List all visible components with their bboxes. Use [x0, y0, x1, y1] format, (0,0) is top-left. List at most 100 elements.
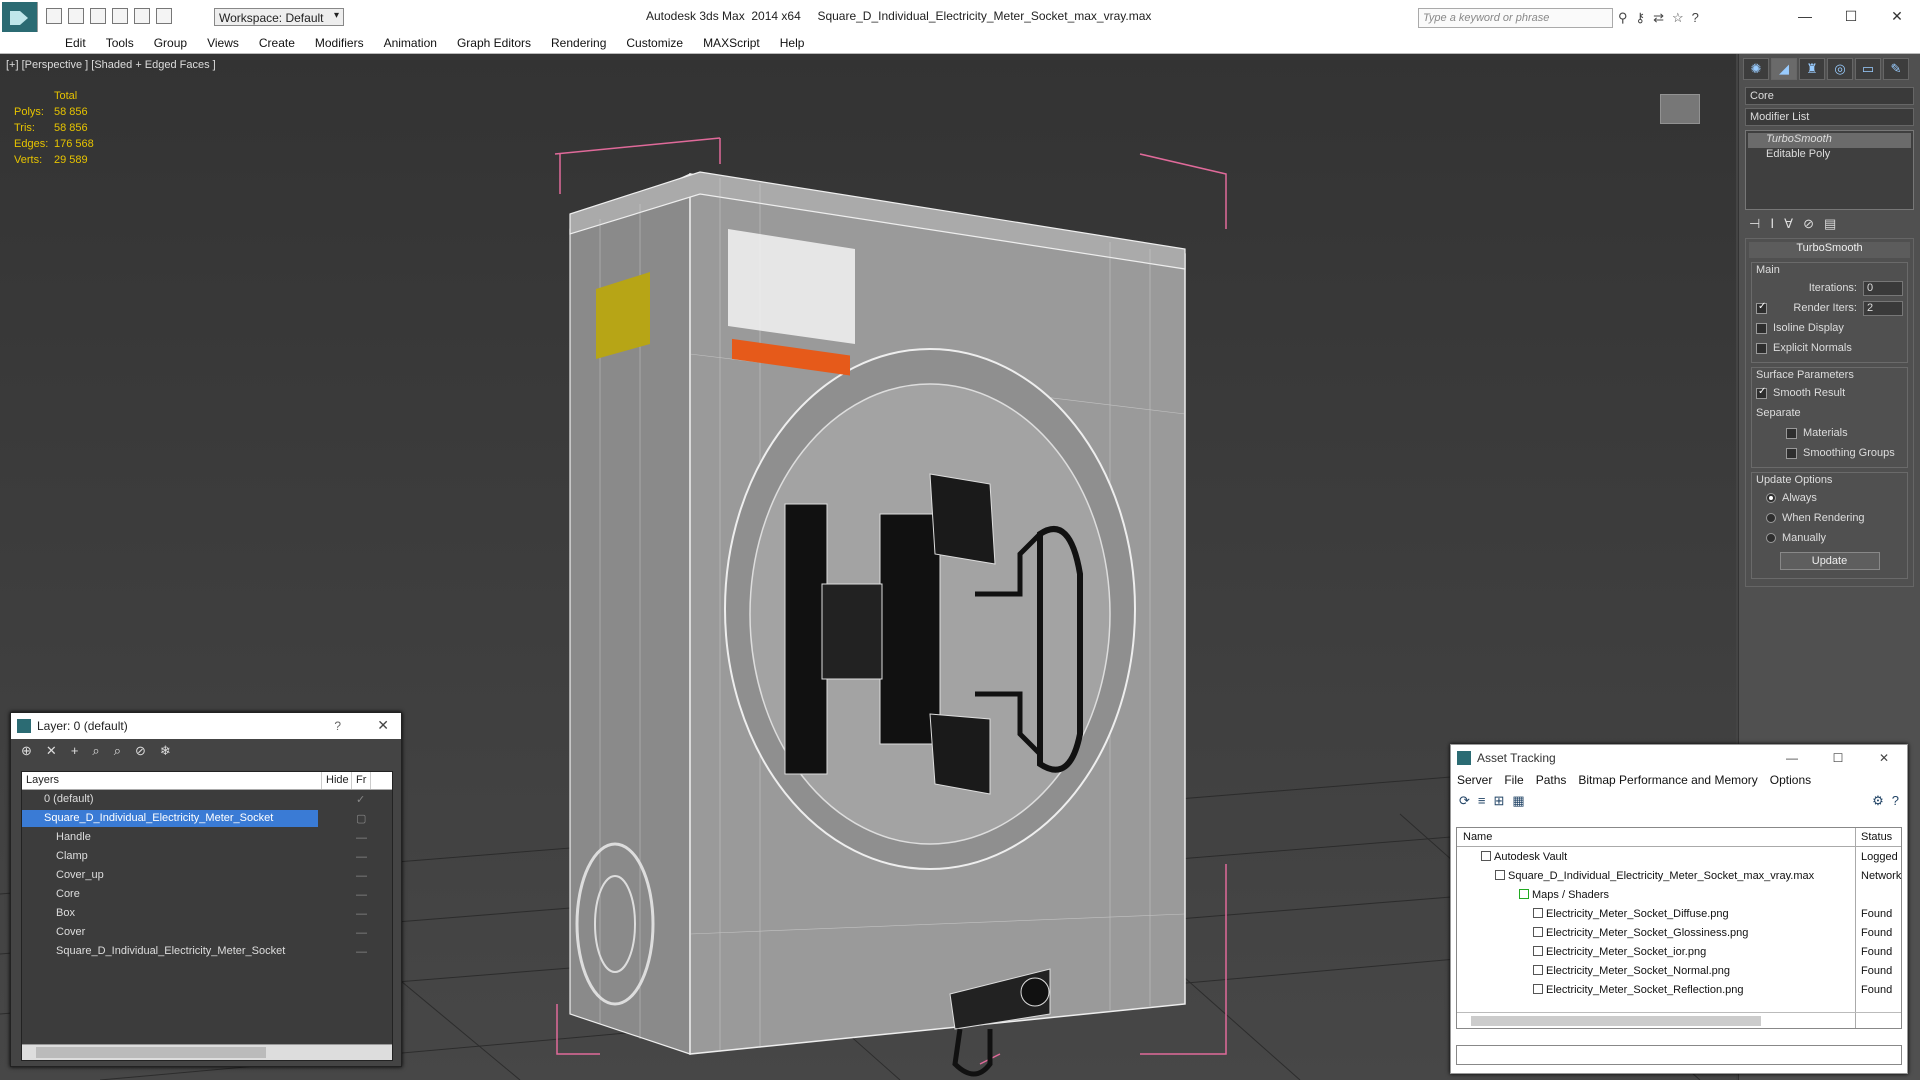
hide-toggle[interactable]: — — [356, 908, 367, 920]
exchange-icon[interactable]: ⇄ — [1653, 10, 1664, 26]
close-icon[interactable]: ✕ — [1874, 0, 1920, 32]
minimize-icon[interactable]: — — [1769, 745, 1815, 771]
pin-stack-icon[interactable]: ⊣ — [1749, 216, 1760, 232]
redo-icon[interactable] — [134, 8, 150, 24]
stack-item-turbosmooth[interactable]: TurboSmooth — [1748, 133, 1911, 148]
create-tab-icon[interactable]: ✺ — [1743, 58, 1769, 80]
workspace-dropdown[interactable]: Workspace: Default — [214, 8, 344, 26]
open-file-icon[interactable] — [68, 8, 84, 24]
when-rendering-radio[interactable] — [1766, 513, 1776, 523]
menu-customize[interactable]: Customize — [616, 32, 693, 53]
horizontal-scrollbar[interactable] — [1457, 1012, 1901, 1028]
select-objects-icon[interactable]: ⌕ — [92, 743, 99, 761]
vault-login-icon[interactable]: ⚙ — [1872, 793, 1884, 809]
iterations-spinner[interactable]: 0 — [1863, 280, 1903, 296]
save-file-icon[interactable] — [90, 8, 106, 24]
layer-row[interactable]: Square_D_Individual_Electricity_Meter_So… — [22, 942, 392, 961]
configure-modifier-sets-icon[interactable]: ▤ — [1824, 216, 1836, 232]
hide-toggle[interactable]: — — [356, 889, 367, 901]
layer-row[interactable]: Cover_up — — [22, 866, 392, 885]
col-freeze[interactable]: Fr — [352, 772, 372, 789]
asset-row[interactable]: Square_D_Individual_Electricity_Meter_So… — [1457, 866, 1901, 885]
table-view-icon[interactable]: ▦ — [1512, 793, 1524, 809]
tree-view-icon[interactable]: ⊞ — [1494, 793, 1505, 809]
hide-toggle[interactable]: — — [356, 927, 367, 939]
render-iters-spinner[interactable]: 2 — [1863, 300, 1903, 316]
menu-edit[interactable]: Edit — [55, 32, 96, 53]
motion-tab-icon[interactable]: ◎ — [1827, 58, 1853, 80]
close-icon[interactable]: ✕ — [377, 717, 389, 734]
menu-help[interactable]: Help — [770, 32, 815, 53]
viewport-label[interactable]: [+] [Perspective ] [Shaded + Edged Faces… — [6, 59, 216, 71]
menu-group[interactable]: Group — [144, 32, 197, 53]
hide-toggle[interactable]: — — [356, 946, 367, 958]
asset-row[interactable]: Maps / Shaders — [1457, 885, 1901, 904]
smoothing-groups-checkbox[interactable] — [1786, 447, 1797, 459]
delete-layer-icon[interactable]: ✕ — [46, 743, 57, 761]
menu-animation[interactable]: Animation — [374, 32, 447, 53]
layer-row[interactable]: Core — — [22, 885, 392, 904]
col-layers[interactable]: Layers — [22, 772, 322, 789]
modifier-list-dropdown[interactable]: Modifier List — [1745, 108, 1914, 126]
col-status[interactable]: Status — [1855, 828, 1898, 846]
undo-icon[interactable] — [112, 8, 128, 24]
menu-modifiers[interactable]: Modifiers — [305, 32, 374, 53]
asset-row[interactable]: Electricity_Meter_Socket_Normal.png Found — [1457, 961, 1901, 980]
help-icon[interactable]: ? — [334, 719, 341, 733]
hide-toggle[interactable]: — — [356, 870, 367, 882]
hide-toggle[interactable]: — — [356, 832, 367, 844]
hide-toggle[interactable]: — — [356, 851, 367, 863]
menu-create[interactable]: Create — [249, 32, 305, 53]
menu-bitmap-performance[interactable]: Bitmap Performance and Memory — [1572, 771, 1763, 789]
object-name-field[interactable]: Core — [1745, 87, 1914, 105]
layer-row[interactable]: Cover — — [22, 923, 392, 942]
scrollbar-thumb[interactable] — [1471, 1016, 1761, 1026]
hide-toggle[interactable]: ▢ — [356, 812, 366, 825]
layer-dialog-titlebar[interactable]: Layer: 0 (default) ? ✕ — [11, 713, 401, 739]
app-menu-button[interactable] — [2, 2, 38, 32]
menu-tools[interactable]: Tools — [96, 32, 144, 53]
search-input[interactable]: Type a keyword or phrase — [1418, 8, 1613, 28]
hide-all-icon[interactable]: ⊘ — [135, 743, 146, 761]
smooth-result-checkbox[interactable] — [1756, 386, 1767, 399]
render-iters-checkbox[interactable] — [1756, 301, 1767, 314]
asset-row[interactable]: Electricity_Meter_Socket_Glossiness.png F… — [1457, 923, 1901, 942]
always-radio[interactable] — [1766, 493, 1776, 503]
materials-checkbox[interactable] — [1786, 427, 1797, 439]
scrollbar-thumb[interactable] — [36, 1047, 266, 1058]
viewcube[interactable] — [1660, 94, 1700, 124]
layer-row[interactable]: Box — — [22, 904, 392, 923]
add-to-layer-icon[interactable]: + — [71, 743, 79, 761]
menu-options[interactable]: Options — [1764, 771, 1817, 789]
menu-paths[interactable]: Paths — [1530, 771, 1573, 789]
close-icon[interactable]: ✕ — [1861, 745, 1907, 771]
menu-views[interactable]: Views — [197, 32, 249, 53]
help-icon[interactable]: ? — [1692, 10, 1699, 26]
col-name[interactable]: Name — [1457, 828, 1855, 846]
asset-row[interactable]: Electricity_Meter_Socket_Diffuse.png Foun… — [1457, 904, 1901, 923]
utilities-tab-icon[interactable]: ✎ — [1883, 58, 1909, 80]
isoline-checkbox[interactable] — [1756, 322, 1767, 334]
project-folder-icon[interactable] — [156, 8, 172, 24]
checkmark-icon[interactable]: ✓ — [356, 793, 365, 806]
stack-item-editable-poly[interactable]: Editable Poly — [1748, 148, 1911, 163]
refresh-icon[interactable]: ⟳ — [1459, 793, 1470, 809]
asset-path-field[interactable] — [1456, 1045, 1902, 1065]
asset-dialog-titlebar[interactable]: Asset Tracking — ☐ ✕ — [1451, 745, 1907, 771]
menu-maxscript[interactable]: MAXScript — [693, 32, 770, 53]
help-icon[interactable]: ? — [1892, 793, 1899, 809]
asset-row[interactable]: Electricity_Meter_Socket_ior.png Found — [1457, 942, 1901, 961]
horizontal-scrollbar[interactable] — [22, 1044, 392, 1060]
menu-server[interactable]: Server — [1451, 771, 1498, 789]
hierarchy-tab-icon[interactable]: ♜ — [1799, 58, 1825, 80]
asset-row[interactable]: Autodesk Vault Logged — [1457, 847, 1901, 866]
remove-modifier-icon[interactable]: ⊘ — [1803, 216, 1814, 232]
binoculars-icon[interactable]: ⚲ — [1618, 10, 1628, 26]
list-view-icon[interactable]: ≡ — [1478, 793, 1486, 809]
menu-graph-editors[interactable]: Graph Editors — [447, 32, 541, 53]
key-icon[interactable]: ⚷ — [1636, 10, 1646, 26]
update-button[interactable]: Update — [1779, 552, 1880, 570]
create-layer-icon[interactable]: ⊕ — [21, 743, 32, 761]
minimize-icon[interactable]: — — [1782, 0, 1828, 32]
display-tab-icon[interactable]: ▭ — [1855, 58, 1881, 80]
